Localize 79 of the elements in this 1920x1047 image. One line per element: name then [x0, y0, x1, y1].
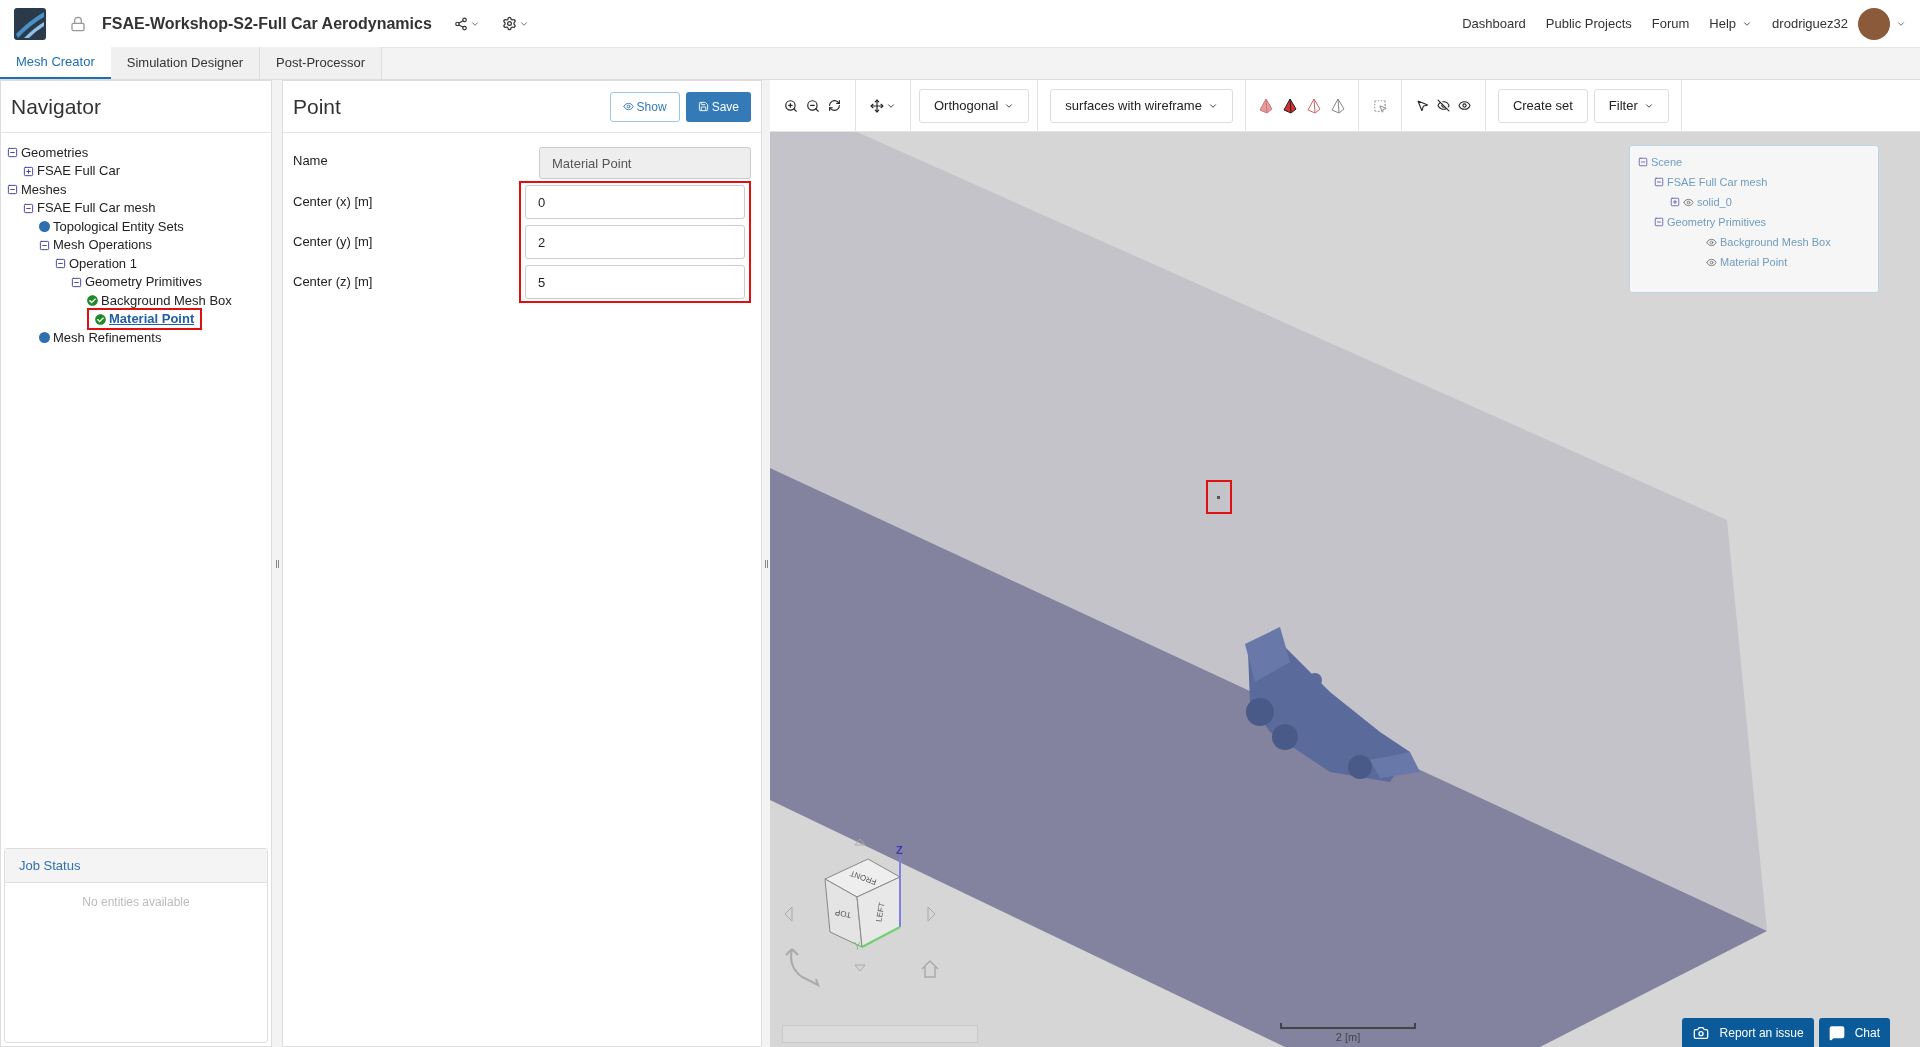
pan-up-icon[interactable]	[854, 838, 866, 846]
nav-link[interactable]: Forum	[1651, 13, 1690, 34]
number-field[interactable]: 2	[525, 225, 745, 259]
collapse-icon[interactable]	[39, 239, 50, 251]
projection-dropdown[interactable]: Orthogonal	[919, 88, 1030, 123]
tree-item[interactable]: FSAE Full Car mesh	[37, 198, 156, 218]
hide-icon[interactable]	[1436, 99, 1450, 112]
render-mode-dropdown[interactable]: surfaces with wireframe	[1050, 88, 1233, 123]
tree-item[interactable]: Geometries	[21, 142, 89, 163]
field-label: Center (z) [m]	[293, 274, 373, 289]
show-button[interactable]: Show	[609, 91, 680, 122]
camera-icon	[1691, 1024, 1710, 1041]
toolbar-button[interactable]: Filter	[1593, 88, 1669, 123]
nav-link[interactable]: Help	[1709, 13, 1753, 34]
tab[interactable]: Mesh Creator	[0, 47, 111, 79]
nav-link[interactable]: Dashboard	[1462, 13, 1526, 34]
username[interactable]: drodriguez32	[1772, 13, 1848, 34]
save-button[interactable]: Save	[685, 91, 751, 122]
panel-heading[interactable]: Job Status	[19, 855, 81, 876]
check-icon	[87, 295, 98, 306]
pointer-icon[interactable]	[1415, 99, 1429, 112]
cube-face-label: LEFT	[874, 901, 887, 923]
field-label: Name	[293, 152, 329, 170]
tree-item[interactable]: Geometry Primitives	[85, 272, 203, 292]
visibility-icon[interactable]	[1683, 196, 1694, 208]
number-field[interactable]: 0	[525, 185, 745, 219]
axis-label: Z	[896, 844, 903, 856]
scale-label: 2 [m]	[1335, 1029, 1361, 1045]
settings-icon[interactable]	[501, 16, 517, 31]
chat-icon	[1828, 1024, 1845, 1041]
share-icon[interactable]	[453, 16, 468, 31]
field-label: Center (y) [m]	[293, 234, 373, 249]
tree-item[interactable]: Meshes	[21, 179, 67, 200]
tab[interactable]: Simulation Designer	[110, 47, 261, 79]
move-icon[interactable]	[870, 98, 884, 113]
nav-link[interactable]: Public Projects	[1545, 13, 1632, 34]
box-select-icon[interactable]	[1372, 98, 1387, 113]
collapse-icon[interactable]	[23, 202, 34, 214]
display-mode-icon[interactable]	[1281, 97, 1298, 114]
tree-item[interactable]: Material Point	[109, 309, 195, 329]
toolbar-button[interactable]: Create set	[1497, 88, 1588, 123]
tree-item[interactable]: Mesh Operations	[53, 235, 152, 255]
report-issue-button[interactable]: Report an issue	[1681, 1018, 1814, 1047]
lock-icon	[70, 15, 86, 32]
refresh-icon[interactable]	[828, 99, 841, 112]
cube-face-label: TOP	[834, 907, 852, 920]
tab[interactable]: Post-Processor	[260, 47, 382, 79]
avatar[interactable]	[1858, 7, 1890, 40]
tree-item[interactable]: Topological Entity Sets	[53, 216, 184, 237]
visibility-icon[interactable]	[1706, 256, 1717, 268]
point-marker-icon	[1217, 496, 1220, 499]
panel-title: Point	[293, 93, 342, 120]
show-icon[interactable]	[1457, 99, 1471, 112]
collapse-icon[interactable]	[7, 184, 18, 195]
axis-label: Y	[854, 941, 861, 952]
tree-item[interactable]: FSAE Full Car	[37, 161, 121, 181]
check-icon	[95, 313, 106, 325]
zoom-out-icon[interactable]	[806, 98, 820, 113]
logo-icon[interactable]	[14, 7, 46, 40]
panel-title: Navigator	[11, 93, 101, 120]
collapse-icon[interactable]	[71, 276, 82, 288]
tree-item[interactable]: Background Mesh Box	[101, 290, 232, 311]
eye-icon	[622, 101, 634, 112]
number-field[interactable]: 5	[525, 265, 745, 299]
expand-icon[interactable]	[23, 165, 34, 177]
view-cube-drawing[interactable]	[824, 856, 901, 948]
zoom-in-icon[interactable]	[784, 98, 798, 113]
field-label: Center (x) [m]	[293, 194, 373, 209]
tree-item[interactable]: Mesh Refinements	[53, 327, 162, 348]
tree-item[interactable]: Operation 1	[69, 253, 137, 274]
visibility-icon[interactable]	[1706, 236, 1717, 248]
save-icon	[697, 101, 709, 112]
chat-button[interactable]: Chat	[1818, 1018, 1890, 1047]
collapse-icon[interactable]	[55, 258, 66, 269]
collapse-icon[interactable]	[7, 147, 18, 158]
splitter-handle[interactable]	[764, 559, 768, 568]
splitter-handle[interactable]	[275, 559, 279, 568]
empty-message: No entities available	[82, 894, 190, 911]
project-title: FSAE-Workshop-S2-Full Car Aerodynamics	[102, 13, 432, 34]
